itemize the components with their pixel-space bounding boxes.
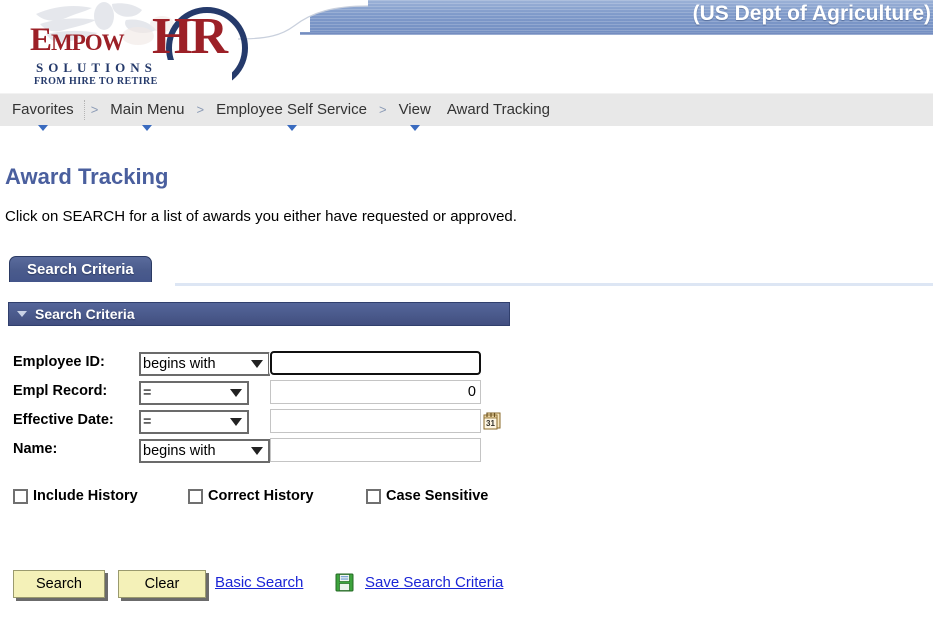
- breadcrumb-divider: [83, 100, 85, 120]
- search-action-row: Search Clear Basic Search Save Search Cr…: [0, 570, 600, 600]
- chevron-down-icon[interactable]: [409, 125, 420, 131]
- operator-select-wrapper: =not =<<=>>=betweenin: [139, 380, 249, 405]
- logo-submark-solutions: SOLUTIONS: [36, 60, 157, 75]
- field-label: Employee ID:: [13, 354, 105, 370]
- chevron-down-icon[interactable]: [286, 125, 297, 131]
- operator-select[interactable]: begins withcontains=not =<<=>>=betweenin: [139, 439, 270, 463]
- tab-strip-rule: [175, 283, 933, 286]
- operator-select-wrapper: =not =<<=>>=betweenin: [139, 409, 249, 434]
- section-header-label: Search Criteria: [35, 306, 135, 322]
- breadcrumb-items: Favorites > Main Menu > Employee Self Servic…: [4, 94, 558, 131]
- operator-select[interactable]: =not =<<=>>=betweenin: [139, 381, 249, 405]
- page-title: Award Tracking: [5, 164, 169, 189]
- checkbox-correct-history[interactable]: [188, 488, 203, 504]
- page-instruction-text: Click on SEARCH for a list of awards you…: [5, 208, 517, 225]
- form-row: Employee ID: begins withcontains=not =<<=…: [0, 350, 520, 379]
- save-search-criteria-link[interactable]: Save Search Criteria: [365, 574, 503, 591]
- search-button[interactable]: Search: [13, 570, 105, 598]
- operator-select-wrapper: begins withcontains=not =<<=>>=betweenin: [139, 351, 270, 376]
- logo-wordmark-empow: Empow: [30, 22, 125, 58]
- form-row: Name: begins withcontains=not =<<=>>=betw…: [0, 437, 520, 466]
- field-value-input[interactable]: [270, 380, 481, 404]
- field-label: Empl Record:: [13, 383, 108, 399]
- breadcrumb-item-view[interactable]: View: [391, 94, 439, 131]
- breadcrumb-separator-icon: >: [90, 102, 99, 117]
- operator-select[interactable]: =not =<<=>>=betweenin: [139, 410, 249, 434]
- checkbox-group[interactable]: Case Sensitive: [366, 488, 488, 504]
- breadcrumb-separator-icon: >: [196, 102, 205, 117]
- breadcrumb-item-employee-self-service[interactable]: Employee Self Service: [208, 94, 375, 131]
- breadcrumb-separator-icon: >: [378, 102, 387, 117]
- breadcrumb-item-label: View: [398, 101, 431, 118]
- checkbox-include-history[interactable]: [13, 488, 28, 504]
- basic-search-link[interactable]: Basic Search: [215, 574, 303, 591]
- checkbox-label: Case Sensitive: [386, 488, 489, 504]
- chevron-down-icon[interactable]: [142, 125, 153, 131]
- checkbox-case-sensitive[interactable]: [366, 488, 381, 504]
- form-row: Empl Record: =not =<<=>>=betweenin: [0, 379, 520, 408]
- logo-tagline: FROM HIRE TO RETIRE: [34, 76, 158, 87]
- header-banner-underline: [300, 32, 933, 35]
- field-label: Effective Date:: [13, 412, 114, 428]
- logo-wordmark-hr: HR: [152, 8, 228, 65]
- tab-search-criteria[interactable]: Search Criteria: [9, 256, 152, 282]
- checkbox-label: Include History: [33, 488, 138, 504]
- section-header-search-criteria[interactable]: Search Criteria: [8, 302, 510, 326]
- operator-select[interactable]: begins withcontains=not =<<=>>=betweenin: [139, 352, 270, 376]
- section-collapse-toggle-icon[interactable]: [17, 311, 27, 317]
- breadcrumb-item-label: Award Tracking: [446, 101, 550, 118]
- checkbox-label: Correct History: [208, 488, 314, 504]
- breadcrumb-item-label: Favorites: [12, 101, 74, 118]
- agency-title: (US Dept of Agriculture): [692, 2, 931, 25]
- page-header: (US Dept of Agriculture) Empow HR SOLUTI…: [0, 0, 933, 93]
- operator-select-wrapper: begins withcontains=not =<<=>>=betweenin: [139, 438, 270, 463]
- tab-label: Search Criteria: [27, 261, 134, 278]
- checkbox-group[interactable]: Correct History: [188, 488, 314, 504]
- floppy-disk-save-icon[interactable]: [335, 573, 354, 592]
- breadcrumb-item-main-menu[interactable]: Main Menu: [102, 94, 192, 131]
- search-criteria-form: Employee ID: begins withcontains=not =<<=…: [0, 350, 520, 466]
- breadcrumb-item-label: Employee Self Service: [216, 101, 367, 118]
- empowhr-logo: Empow HR SOLUTIONS FROM HIRE TO RETIRE: [18, 2, 258, 93]
- calendar-icon[interactable]: 31: [483, 411, 501, 430]
- breadcrumb-item-favorites[interactable]: Favorites: [4, 94, 82, 131]
- field-value-input[interactable]: [270, 438, 481, 462]
- field-label: Name:: [13, 441, 58, 457]
- chevron-down-icon[interactable]: [37, 125, 48, 131]
- tab-strip: Search Criteria: [0, 256, 933, 286]
- field-value-input[interactable]: [270, 409, 481, 433]
- field-value-input[interactable]: [269, 350, 482, 376]
- clear-button[interactable]: Clear: [118, 570, 206, 598]
- breadcrumb: Favorites > Main Menu > Employee Self Servic…: [0, 93, 933, 131]
- svg-text:31: 31: [486, 419, 495, 428]
- search-options-checkbox-row: Include History Correct History Case Sensi…: [0, 488, 560, 512]
- form-row: Effective Date: =not =<<=>>=betweenin 31: [0, 408, 520, 437]
- breadcrumb-item-label: Main Menu: [110, 101, 185, 118]
- checkbox-group[interactable]: Include History: [13, 488, 138, 504]
- breadcrumb-item-award-tracking: Award Tracking: [439, 94, 558, 126]
